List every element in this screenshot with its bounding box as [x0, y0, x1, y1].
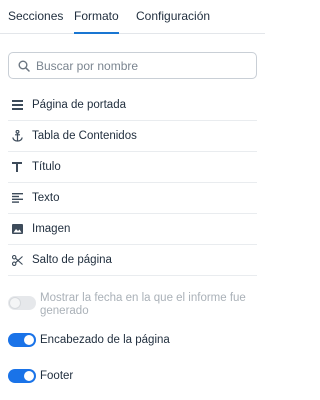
show-date-label: Mostrar la fecha en la que el informe fu…: [40, 292, 246, 317]
page-header-toggle[interactable]: [8, 333, 36, 347]
footer-toggle[interactable]: [8, 369, 36, 383]
toggle-knob: [10, 298, 20, 308]
search-icon: [18, 60, 30, 72]
list-item-cover-page[interactable]: Página de portada: [8, 90, 257, 121]
tab-formato[interactable]: Formato: [74, 9, 119, 34]
list-item-table-of-contents[interactable]: Tabla de Contenidos: [8, 121, 257, 152]
list-item-label: Texto: [32, 192, 60, 204]
list-item-label: Imagen: [32, 223, 71, 235]
anchor-icon: [11, 130, 23, 142]
show-date-toggle[interactable]: [8, 296, 36, 310]
option-page-header: Encabezado de la página: [8, 333, 170, 347]
tab-secciones[interactable]: Secciones: [8, 9, 63, 23]
footer-label: Footer: [40, 370, 74, 382]
title-icon: [11, 161, 23, 173]
list-item-page-break[interactable]: Salto de página: [8, 245, 257, 276]
list-item-label: Salto de página: [32, 254, 112, 266]
scissors-icon: [11, 254, 23, 266]
option-footer: Footer: [8, 369, 73, 383]
element-list: Página de portada Tabla de Contenidos Tí…: [8, 90, 257, 276]
search-box: [8, 52, 257, 79]
list-item-label: Página de portada: [32, 99, 126, 111]
image-icon: [11, 223, 23, 235]
list-item-text[interactable]: Texto: [8, 183, 257, 214]
tab-bar: Secciones Formato Configuración: [0, 0, 265, 34]
search-input[interactable]: [36, 56, 251, 75]
text-icon: [11, 192, 23, 204]
list-item-label: Título: [32, 161, 61, 173]
list-item-image[interactable]: Imagen: [8, 214, 257, 245]
toggle-knob: [24, 335, 34, 345]
page-header-label: Encabezado de la página: [40, 334, 170, 346]
list-item-title[interactable]: Título: [8, 152, 257, 183]
toggle-knob: [24, 371, 34, 381]
list-item-label: Tabla de Contenidos: [32, 130, 137, 142]
option-show-date: Mostrar la fecha en la que el informe fu…: [8, 292, 257, 318]
tab-configuracion[interactable]: Configuración: [136, 9, 210, 23]
cover-page-icon: [11, 99, 23, 111]
